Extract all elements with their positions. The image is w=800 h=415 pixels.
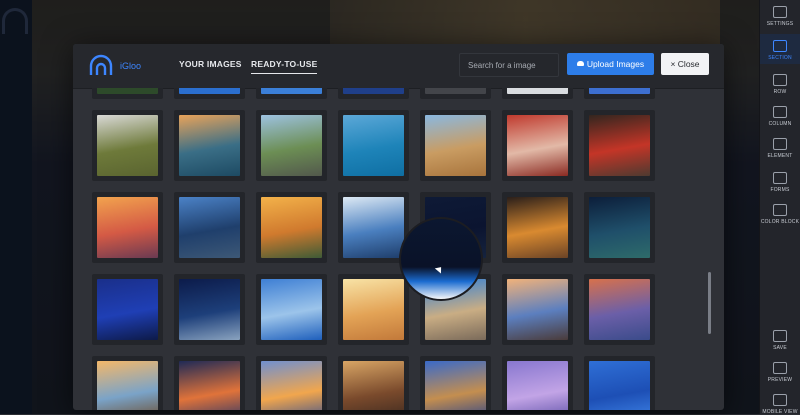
image-preview	[261, 361, 322, 410]
image-preview	[425, 115, 486, 176]
image-preview	[425, 361, 486, 410]
image-thumbnail[interactable]	[92, 88, 163, 99]
image-preview	[179, 115, 240, 176]
sidebar-item-column[interactable]: COLUMN	[760, 106, 800, 127]
image-thumbnail-tropical-beach[interactable]	[338, 110, 409, 181]
magnifier-overlay	[399, 217, 483, 301]
sidebar-item-save[interactable]: SAVE	[760, 330, 800, 351]
image-thumbnail-ocean-wave-sunset[interactable]	[174, 110, 245, 181]
sidebar-item-color-block[interactable]: COLOR BLOCK	[760, 204, 800, 225]
image-preview	[507, 115, 568, 176]
image-preview	[261, 279, 322, 340]
image-thumbnail-blue-building[interactable]	[338, 192, 409, 263]
image-preview	[179, 279, 240, 340]
close-button[interactable]: × Close	[661, 53, 709, 75]
save-icon	[773, 330, 787, 342]
image-thumbnail-red-train[interactable]	[502, 110, 573, 181]
sidebar-item-element[interactable]: ELEMENT	[760, 138, 800, 159]
image-thumbnail[interactable]	[256, 88, 327, 99]
sidebar-item-preview[interactable]: PREVIEW	[760, 362, 800, 383]
image-thumbnail[interactable]	[502, 88, 573, 99]
image-thumbnail-hand-sunlight[interactable]	[338, 274, 409, 345]
tab-ready-to-use[interactable]: READY-TO-USE	[251, 59, 318, 74]
image-thumbnail-road-hiker[interactable]	[256, 110, 327, 181]
image-thumbnail-blue-sky-clouds[interactable]	[256, 274, 327, 345]
image-preview	[589, 115, 650, 176]
image-thumbnail-desert-rocks[interactable]	[420, 110, 491, 181]
image-preview	[179, 361, 240, 410]
image-thumbnail-golden-gate-beach[interactable]	[584, 274, 655, 345]
image-thumbnail-sunset-coast-rocks[interactable]	[502, 274, 573, 345]
image-thumbnail-beach-sunset[interactable]	[92, 192, 163, 263]
igloo-logo-icon	[89, 54, 113, 75]
image-thumbnail-dusk-sky[interactable]	[256, 356, 327, 410]
row-icon	[773, 74, 787, 86]
column-icon	[773, 106, 787, 118]
image-preview	[507, 361, 568, 410]
image-thumbnail-rocky-coast-dusk[interactable]	[174, 192, 245, 263]
element-icon	[773, 138, 787, 150]
image-thumbnail-autumn-river[interactable]	[256, 192, 327, 263]
section-icon	[773, 40, 787, 52]
tab-your-images[interactable]: YOUR IMAGES	[179, 59, 242, 69]
image-preview	[343, 279, 404, 340]
image-preview	[261, 115, 322, 176]
sidebar-item-mobile-view[interactable]: MOBILE VIEW	[760, 394, 800, 415]
image-preview	[507, 279, 568, 340]
image-preview	[589, 197, 650, 258]
image-thumbnail[interactable]	[174, 88, 245, 99]
image-thumbnail-purple-haze[interactable]	[502, 356, 573, 410]
sidebar-item-section[interactable]: SECTION	[760, 40, 800, 61]
image-preview	[261, 197, 322, 258]
cloud-upload-icon	[576, 61, 584, 67]
image-preview	[507, 197, 568, 258]
image-thumbnail-lighthouse[interactable]	[420, 356, 491, 410]
image-preview	[97, 197, 158, 258]
image-thumbnail-milky-way[interactable]	[584, 192, 655, 263]
image-thumbnail[interactable]	[338, 88, 409, 99]
scrollbar-thumb[interactable]	[708, 272, 711, 334]
sidebar-item-row[interactable]: ROW	[760, 74, 800, 95]
image-preview	[97, 361, 158, 410]
image-thumbnail-snowy-mountains[interactable]	[174, 274, 245, 345]
upload-images-button[interactable]: Upload Images	[567, 53, 654, 75]
image-preview	[179, 197, 240, 258]
upload-button-label: Upload Images	[586, 59, 645, 69]
image-thumbnail-spice-bowls[interactable]	[502, 192, 573, 263]
sidebar-item-forms[interactable]: FORMS	[760, 172, 800, 193]
image-thumbnail-red-clouds[interactable]	[174, 356, 245, 410]
image-library-modal: iGloo YOUR IMAGES READY-TO-USE Upload Im…	[73, 44, 724, 410]
image-preview	[343, 115, 404, 176]
brand-name: iGloo	[120, 61, 142, 71]
color-block-icon	[773, 204, 787, 216]
image-preview	[589, 279, 650, 340]
image-thumbnail-dandelion-field[interactable]	[92, 110, 163, 181]
mobile-view-icon	[773, 394, 787, 406]
sidebar-item-settings[interactable]: SETTINGS	[760, 6, 800, 27]
image-thumbnail-food-plate[interactable]	[338, 356, 409, 410]
image-preview	[343, 197, 404, 258]
settings-icon	[773, 6, 787, 18]
image-grid	[73, 88, 724, 410]
builder-sidebar: SETTINGS SECTION ROW COLUMN ELEMENT FORM…	[759, 0, 800, 415]
image-preview	[97, 279, 158, 340]
forms-icon	[773, 172, 787, 184]
image-preview	[343, 361, 404, 410]
image-thumbnail-girl-sunset[interactable]	[92, 356, 163, 410]
modal-header: iGloo YOUR IMAGES READY-TO-USE Upload Im…	[73, 44, 724, 89]
preview-icon	[773, 362, 787, 374]
search-input[interactable]	[459, 53, 559, 77]
image-thumbnail-observatory[interactable]	[92, 274, 163, 345]
image-thumbnail[interactable]	[420, 88, 491, 99]
image-thumbnail[interactable]	[584, 88, 655, 99]
image-thumbnail-blue-gradient[interactable]	[584, 356, 655, 410]
image-preview	[97, 115, 158, 176]
image-preview	[589, 361, 650, 410]
image-thumbnail-red-truck[interactable]	[584, 110, 655, 181]
